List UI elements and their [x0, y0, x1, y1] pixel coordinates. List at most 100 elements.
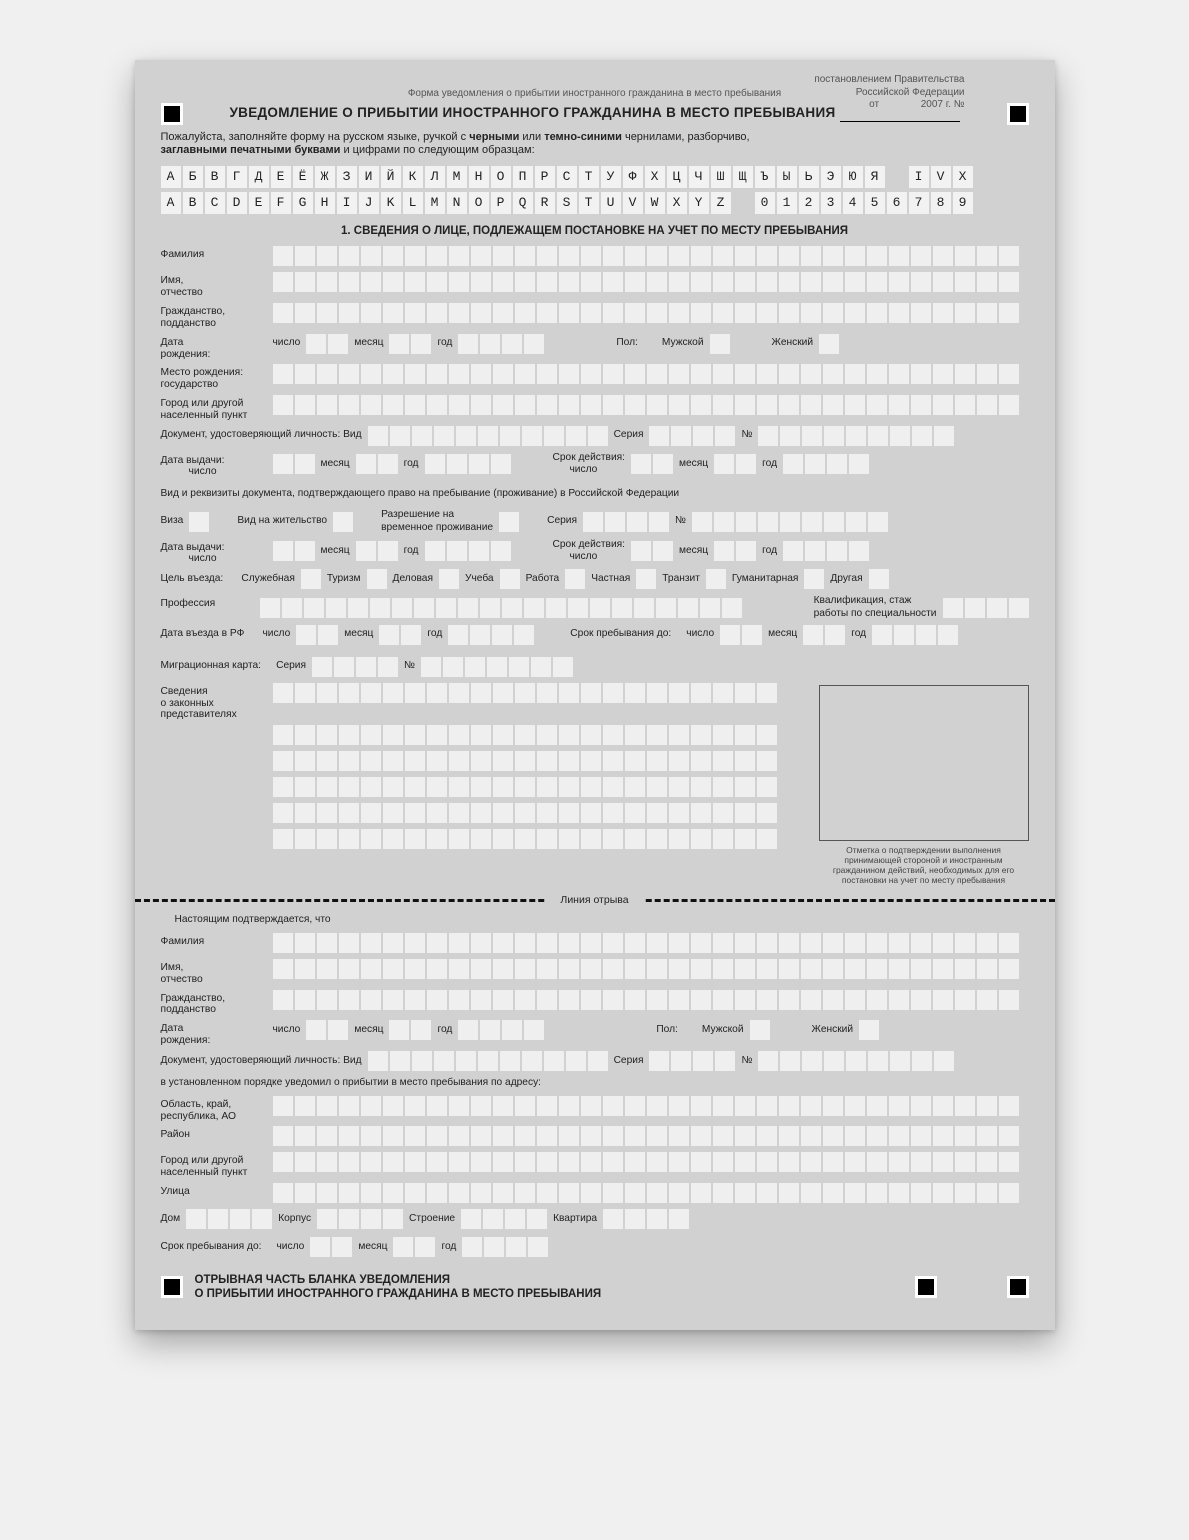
- input-cell[interactable]: [471, 683, 491, 703]
- input-cell[interactable]: [566, 1051, 586, 1071]
- input-cell[interactable]: [449, 933, 469, 953]
- input-cell[interactable]: [295, 933, 315, 953]
- input-cell[interactable]: [449, 990, 469, 1010]
- input-cell[interactable]: [647, 725, 667, 745]
- input-cell[interactable]: [713, 777, 733, 797]
- input-cell[interactable]: [603, 272, 623, 292]
- input-cell[interactable]: [588, 426, 608, 446]
- input-cell[interactable]: [911, 272, 931, 292]
- input-cell[interactable]: [625, 829, 645, 849]
- input-cell[interactable]: [735, 272, 755, 292]
- input-cell[interactable]: [603, 803, 623, 823]
- entry-day[interactable]: [296, 625, 338, 645]
- input-cell[interactable]: [301, 569, 321, 589]
- input-cell[interactable]: [493, 1096, 513, 1116]
- input-cell[interactable]: [669, 272, 689, 292]
- input-cell[interactable]: [933, 303, 953, 323]
- input-cell[interactable]: [544, 1051, 564, 1071]
- input-cell[interactable]: [458, 334, 478, 354]
- input-cell[interactable]: [339, 725, 359, 745]
- input-cell[interactable]: [823, 990, 843, 1010]
- profession-input[interactable]: [260, 598, 742, 618]
- input-cell[interactable]: [469, 541, 489, 561]
- input-cell[interactable]: [339, 1183, 359, 1203]
- input-cell[interactable]: [230, 1209, 250, 1229]
- input-cell[interactable]: [361, 395, 381, 415]
- input-cell[interactable]: [383, 1183, 403, 1203]
- input-cell[interactable]: [625, 1209, 645, 1229]
- input-cell[interactable]: [999, 1096, 1019, 1116]
- input-cell[interactable]: [559, 364, 579, 384]
- input-cell[interactable]: [735, 246, 755, 266]
- input-cell[interactable]: [189, 512, 209, 532]
- input-cell[interactable]: [779, 246, 799, 266]
- input-cell[interactable]: [999, 959, 1019, 979]
- input-cell[interactable]: [537, 246, 557, 266]
- t-doc-type[interactable]: [368, 1051, 608, 1071]
- input-cell[interactable]: [306, 334, 326, 354]
- input-cell[interactable]: [889, 1096, 909, 1116]
- input-cell[interactable]: [471, 246, 491, 266]
- input-cell[interactable]: [999, 933, 1019, 953]
- input-cell[interactable]: [867, 990, 887, 1010]
- t-gender-male[interactable]: [750, 1020, 770, 1040]
- input-cell[interactable]: [581, 364, 601, 384]
- input-cell[interactable]: [427, 272, 447, 292]
- input-cell[interactable]: [691, 246, 711, 266]
- input-cell[interactable]: [603, 777, 623, 797]
- input-cell[interactable]: [515, 829, 535, 849]
- input-cell[interactable]: [393, 1237, 413, 1257]
- input-cell[interactable]: [449, 1096, 469, 1116]
- input-cell[interactable]: [434, 1051, 454, 1071]
- input-cell[interactable]: [383, 990, 403, 1010]
- input-cell[interactable]: [647, 1209, 667, 1229]
- input-cell[interactable]: [845, 1096, 865, 1116]
- input-cell[interactable]: [405, 777, 425, 797]
- input-cell[interactable]: [693, 1051, 713, 1071]
- input-cell[interactable]: [691, 777, 711, 797]
- input-cell[interactable]: [537, 683, 557, 703]
- input-cell[interactable]: [735, 725, 755, 745]
- input-cell[interactable]: [449, 303, 469, 323]
- input-cell[interactable]: [867, 959, 887, 979]
- input-cell[interactable]: [911, 933, 931, 953]
- input-cell[interactable]: [846, 426, 866, 446]
- input-cell[interactable]: [537, 395, 557, 415]
- input-cell[interactable]: [625, 683, 645, 703]
- gender-female[interactable]: [819, 334, 839, 354]
- input-cell[interactable]: [603, 246, 623, 266]
- input-cell[interactable]: [999, 1152, 1019, 1172]
- input-cell[interactable]: [471, 725, 491, 745]
- input-cell[interactable]: [713, 1126, 733, 1146]
- input-cell[interactable]: [273, 303, 293, 323]
- input-cell[interactable]: [647, 1096, 667, 1116]
- input-cell[interactable]: [779, 1096, 799, 1116]
- input-cell[interactable]: [427, 725, 447, 745]
- input-cell[interactable]: [581, 683, 601, 703]
- input-cell[interactable]: [720, 625, 740, 645]
- input-cell[interactable]: [625, 1126, 645, 1146]
- input-cell[interactable]: [317, 990, 337, 1010]
- input-cell[interactable]: [801, 395, 821, 415]
- input-cell[interactable]: [867, 303, 887, 323]
- input-cell[interactable]: [603, 1209, 623, 1229]
- input-cell[interactable]: [484, 1237, 504, 1257]
- input-cell[interactable]: [383, 246, 403, 266]
- input-cell[interactable]: [537, 829, 557, 849]
- input-cell[interactable]: [537, 803, 557, 823]
- input-cell[interactable]: [889, 395, 909, 415]
- input-cell[interactable]: [845, 246, 865, 266]
- input-cell[interactable]: [478, 1051, 498, 1071]
- input-cell[interactable]: [559, 725, 579, 745]
- input-cell[interactable]: [634, 598, 654, 618]
- input-cell[interactable]: [493, 364, 513, 384]
- input-cell[interactable]: [273, 395, 293, 415]
- input-cell[interactable]: [317, 303, 337, 323]
- input-cell[interactable]: [273, 829, 293, 849]
- input-cell[interactable]: [443, 657, 463, 677]
- input-cell[interactable]: [515, 959, 535, 979]
- input-cell[interactable]: [999, 1183, 1019, 1203]
- input-cell[interactable]: [295, 272, 315, 292]
- input-cell[interactable]: [515, 1152, 535, 1172]
- input-cell[interactable]: [471, 990, 491, 1010]
